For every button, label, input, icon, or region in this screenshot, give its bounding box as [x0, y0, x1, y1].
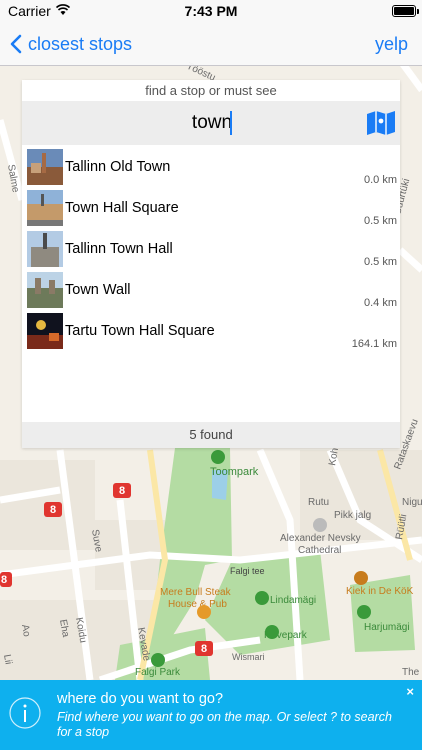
cathedral-pin-icon[interactable] [313, 518, 327, 532]
list-item[interactable]: Tartu Town Hall Square 164.1 km [22, 310, 400, 351]
result-distance: 0.5 km [363, 256, 397, 268]
result-name: Tallinn Town Hall [65, 241, 173, 257]
close-icon[interactable]: × [406, 684, 414, 699]
map-label-lindamagi: Lindamägi [270, 595, 316, 606]
results-count: 5 found [22, 422, 400, 448]
list-item[interactable]: Tallinn Town Hall 0.5 km [22, 228, 400, 269]
route-badge: 8 [50, 504, 56, 516]
result-name: Tallinn Old Town [65, 159, 171, 175]
search-hint: find a stop or must see [145, 83, 277, 98]
map-label-cathedral-2: Cathedral [298, 545, 341, 556]
map-label-ao: Ao [19, 624, 32, 638]
map-label-steak-2: House & Pub [168, 599, 227, 610]
route-badge: 8 [1, 574, 7, 586]
park-pin-icon[interactable] [255, 591, 269, 605]
search-input[interactable] [62, 105, 362, 141]
map-label-wismari: Wismari [232, 652, 265, 662]
help-banner[interactable]: where do you want to go? Find where you … [0, 680, 422, 750]
back-button[interactable]: closest stops [10, 22, 132, 66]
status-bar: Carrier 7:43 PM [0, 0, 422, 22]
result-distance: 164.1 km [351, 338, 397, 350]
map-label-nig: Nigu [402, 497, 422, 508]
banner-text: Find where you want to go on the map. Or… [57, 710, 392, 739]
map-label-the: The [402, 667, 420, 678]
map-label-rutu: Rutu [308, 497, 329, 508]
map-icon[interactable] [366, 109, 396, 137]
banner-title: where do you want to go? [57, 691, 224, 707]
result-distance: 0.5 km [363, 215, 397, 227]
park-pin-icon[interactable] [151, 653, 165, 667]
yelp-button[interactable]: yelp [375, 22, 408, 66]
map-label-falgi-park: Falgi Park [135, 667, 181, 678]
map-label-lii: Lii [1, 654, 14, 666]
navigation-bar: closest stops yelp [0, 22, 422, 66]
museum-pin-icon[interactable] [354, 571, 368, 585]
park-pin-icon[interactable] [265, 625, 279, 639]
map-label-harjumagi: Harjumägi [364, 622, 410, 633]
back-button-label: closest stops [28, 33, 133, 54]
list-item[interactable]: Tallinn Old Town 0.0 km [22, 146, 400, 187]
result-name: Tartu Town Hall Square [65, 323, 215, 339]
list-item[interactable]: Town Hall Square 0.5 km [22, 187, 400, 228]
result-distance: 0.0 km [363, 174, 397, 186]
text-cursor [230, 111, 232, 135]
route-badge: 8 [119, 485, 125, 497]
results-list: Tallinn Old Town 0.0 km Town Hall Square… [22, 146, 400, 351]
map-label-toompark: Toompark [210, 466, 259, 478]
town-hall-thumbnail [27, 231, 63, 267]
map-label-kiek: Kiek in De KöK [346, 586, 414, 597]
park-pin-icon[interactable] [211, 450, 225, 464]
map-label-falgi-tee: Falgi tee [230, 566, 265, 576]
info-icon [9, 697, 41, 729]
search-row [22, 101, 400, 145]
town-wall-thumbnail [27, 272, 63, 308]
tartu-square-thumbnail [27, 313, 63, 349]
result-name: Town Wall [65, 282, 131, 298]
map-label-pikk-jalg: Pikk jalg [334, 510, 371, 521]
map-label-steak-1: Mere Bull Steak [160, 587, 232, 598]
town-hall-square-thumbnail [27, 190, 63, 226]
result-distance: 0.4 km [363, 297, 397, 309]
result-name: Town Hall Square [65, 200, 179, 216]
list-item[interactable]: Town Wall 0.4 km [22, 269, 400, 310]
status-time: 7:43 PM [184, 3, 238, 19]
restaurant-pin-icon[interactable] [197, 605, 211, 619]
battery-icon [392, 5, 419, 17]
route-badge: 8 [201, 643, 207, 655]
old-town-thumbnail [27, 149, 63, 185]
map-label-cathedral-1: Alexander Nevsky [280, 533, 361, 544]
park-pin-icon[interactable] [357, 605, 371, 619]
search-panel: find a stop or must see Tallinn Old Town… [22, 80, 400, 448]
chevron-left-icon [10, 34, 22, 54]
